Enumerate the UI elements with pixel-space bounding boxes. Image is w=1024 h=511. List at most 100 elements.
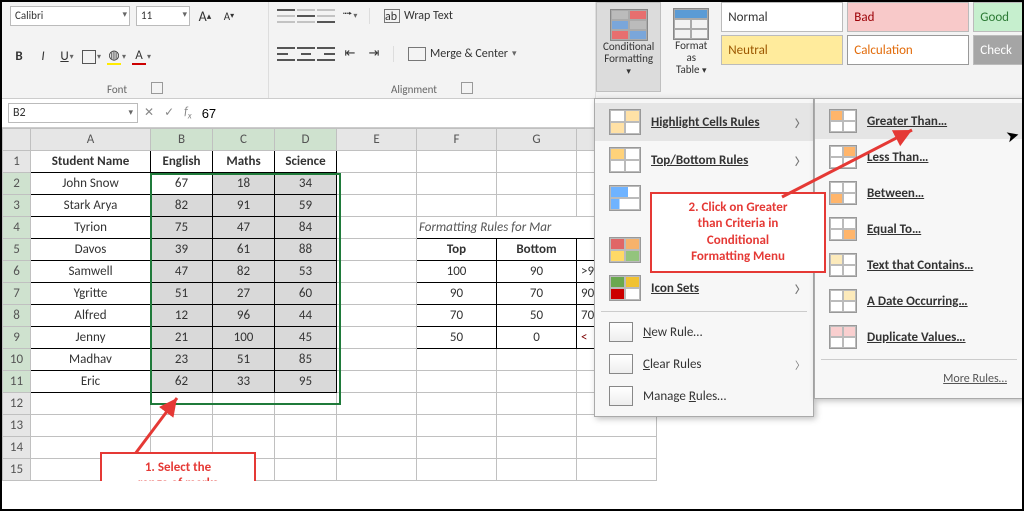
cell[interactable] — [337, 415, 417, 437]
submenu-between[interactable]: Between… — [815, 175, 1023, 211]
cell[interactable]: Science — [275, 151, 337, 173]
cell[interactable]: 70 — [497, 283, 577, 305]
menu-top-bottom-rules[interactable]: Top/Bottom Rules 〉 — [595, 141, 813, 179]
col-header-B[interactable]: B — [151, 129, 213, 151]
cell[interactable] — [213, 415, 275, 437]
submenu-more-rules[interactable]: More Rules… — [815, 364, 1023, 394]
name-box[interactable]: B2 — [8, 103, 138, 123]
cell[interactable] — [337, 173, 417, 195]
cell[interactable]: 96 — [213, 305, 275, 327]
row-header[interactable]: 13 — [3, 415, 31, 437]
style-check-cell[interactable]: Check — [973, 35, 1024, 65]
cell[interactable] — [497, 151, 577, 173]
select-all-corner[interactable] — [3, 129, 31, 151]
cell[interactable] — [337, 151, 417, 173]
alignment-dialog-launcher-icon[interactable] — [461, 82, 473, 94]
col-header-G[interactable]: G — [497, 129, 577, 151]
cell[interactable]: Alfred — [31, 305, 151, 327]
cell[interactable]: 70 — [417, 305, 497, 327]
row-header[interactable]: 5 — [3, 239, 31, 261]
increase-indent-icon[interactable]: ⇥ — [365, 44, 383, 64]
cell[interactable] — [337, 239, 417, 261]
row-header[interactable]: 11 — [3, 371, 31, 393]
row-header[interactable]: 10 — [3, 349, 31, 371]
cell[interactable] — [497, 195, 577, 217]
cell[interactable]: 50 — [497, 305, 577, 327]
row-header[interactable]: 8 — [3, 305, 31, 327]
cell[interactable] — [337, 195, 417, 217]
cell[interactable]: Ygritte — [31, 283, 151, 305]
menu-icon-sets[interactable]: Icon Sets 〉 — [595, 269, 813, 307]
font-dialog-launcher-icon[interactable] — [151, 82, 163, 94]
cell[interactable] — [337, 305, 417, 327]
cell[interactable] — [497, 459, 577, 481]
col-header-D[interactable]: D — [275, 129, 337, 151]
col-header-A[interactable]: A — [31, 129, 151, 151]
cell[interactable] — [417, 173, 497, 195]
cell[interactable]: Jenny — [31, 327, 151, 349]
cell[interactable]: Student Name — [31, 151, 151, 173]
cancel-formula-icon[interactable]: ✕ — [144, 105, 154, 120]
submenu-greater-than[interactable]: Greater Than… — [815, 103, 1023, 139]
style-calculation[interactable]: Calculation — [847, 35, 969, 65]
cell[interactable]: 23 — [151, 349, 213, 371]
decrease-font-icon[interactable]: A▾ — [220, 6, 238, 26]
row-header[interactable]: 12 — [3, 393, 31, 415]
row-header[interactable]: 3 — [3, 195, 31, 217]
cell[interactable] — [417, 415, 497, 437]
cell[interactable]: 47 — [151, 261, 213, 283]
cell[interactable]: 95 — [275, 371, 337, 393]
cell[interactable]: 18 — [213, 173, 275, 195]
cell[interactable] — [577, 437, 657, 459]
cell[interactable]: 34 — [275, 173, 337, 195]
cell[interactable]: Davos — [31, 239, 151, 261]
cell[interactable]: 39 — [151, 239, 213, 261]
cell[interactable] — [31, 393, 151, 415]
row-header[interactable]: 14 — [3, 437, 31, 459]
cell[interactable] — [497, 371, 577, 393]
cell[interactable]: 82 — [151, 195, 213, 217]
cell[interactable] — [151, 415, 213, 437]
cell[interactable] — [417, 195, 497, 217]
cell[interactable] — [337, 437, 417, 459]
style-normal[interactable]: Normal — [721, 2, 843, 32]
enter-formula-icon[interactable]: ✓ — [164, 105, 174, 120]
row-header[interactable]: 4 — [3, 217, 31, 239]
submenu-duplicate-values[interactable]: Duplicate Values… — [815, 319, 1023, 355]
col-header-C[interactable]: C — [213, 129, 275, 151]
cell[interactable] — [31, 415, 151, 437]
wrap-text-button[interactable]: ab Wrap Text — [380, 7, 457, 25]
cell[interactable] — [417, 437, 497, 459]
cell[interactable] — [497, 173, 577, 195]
cell[interactable]: 90 — [417, 283, 497, 305]
cell[interactable] — [417, 151, 497, 173]
cell[interactable]: Top — [417, 239, 497, 261]
cell[interactable]: 91 — [213, 195, 275, 217]
cell[interactable]: Madhav — [31, 349, 151, 371]
align-bottom-icon[interactable] — [317, 6, 335, 26]
cell[interactable]: Maths — [213, 151, 275, 173]
row-header[interactable]: 6 — [3, 261, 31, 283]
cell[interactable] — [337, 327, 417, 349]
align-top-icon[interactable] — [277, 6, 295, 26]
cell[interactable] — [337, 261, 417, 283]
cell[interactable]: Bottom — [497, 239, 577, 261]
row-header[interactable]: 7 — [3, 283, 31, 305]
cell[interactable]: 62 — [151, 371, 213, 393]
align-middle-icon[interactable] — [297, 6, 315, 26]
cell[interactable]: 59 — [275, 195, 337, 217]
cell[interactable]: John Snow — [31, 173, 151, 195]
cell[interactable] — [337, 283, 417, 305]
cell[interactable]: 27 — [213, 283, 275, 305]
style-neutral[interactable]: Neutral — [721, 35, 843, 65]
menu-new-rule[interactable]: New Rule… — [595, 316, 813, 348]
cell[interactable] — [275, 437, 337, 459]
submenu-equal-to[interactable]: Equal To… — [815, 211, 1023, 247]
cell[interactable]: 0 — [497, 327, 577, 349]
col-header-F[interactable]: F — [417, 129, 497, 151]
cell[interactable] — [577, 459, 657, 481]
cell[interactable] — [577, 415, 657, 437]
cell[interactable]: 100 — [213, 327, 275, 349]
increase-font-icon[interactable]: A▴ — [196, 6, 214, 26]
cell[interactable]: 21 — [151, 327, 213, 349]
